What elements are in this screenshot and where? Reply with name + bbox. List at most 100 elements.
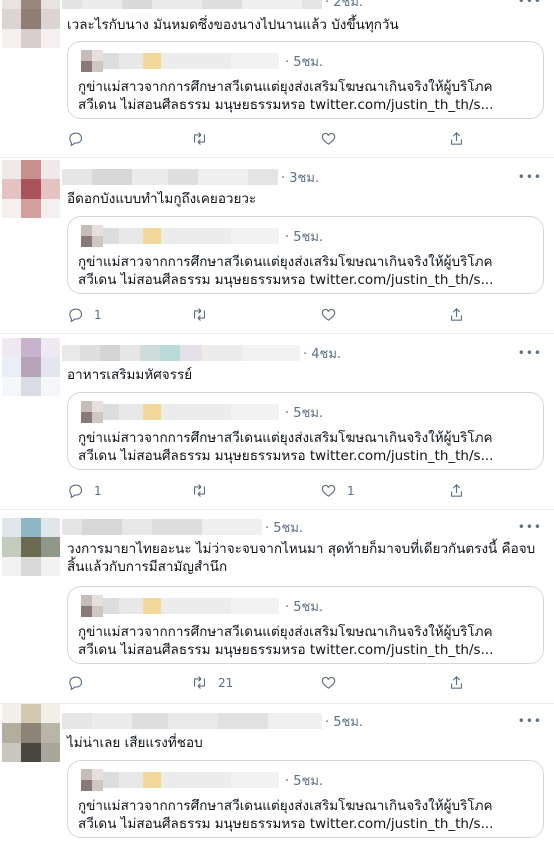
username-blurred[interactable] (62, 345, 300, 361)
like-count: 1 (347, 483, 355, 498)
tweet[interactable]: · 4ชม. ••• อาหารเสริมมหัศจรรย์ · 5ชม. กู… (0, 334, 554, 510)
quoted-username-blurred (103, 404, 279, 420)
quoted-avatar (81, 50, 103, 72)
share-icon (450, 484, 463, 497)
retweet-icon (193, 132, 206, 145)
tweet-time[interactable]: · 4ชม. (303, 343, 341, 364)
tweet[interactable]: · 5ชม. ••• ไม่น่าเลย เสียแรงที่ชอบ · 5ชม… (0, 704, 554, 846)
quoted-time: · 5ชม. (285, 229, 324, 245)
reply-button[interactable] (67, 130, 94, 147)
avatar[interactable] (2, 0, 60, 48)
share-button[interactable] (448, 130, 465, 147)
quoted-avatar (81, 595, 103, 617)
tweet-header: · 5ชม. (62, 518, 303, 536)
quoted-tweet[interactable]: · 5ชม. กูข่าแม่สาวจากการศึกษาสวีเดนแต่ยุ… (67, 586, 544, 664)
quoted-text: กูข่าแม่สาวจากการศึกษาสวีเดนแต่ยุงส่งเสร… (78, 430, 494, 464)
username-blurred[interactable] (62, 713, 322, 729)
quoted-text: กูข่าแม่สาวจากการศึกษาสวีเดนแต่ยุงส่งเสร… (78, 79, 494, 113)
more-icon[interactable]: ••• (518, 346, 542, 360)
retweet-button[interactable] (191, 130, 218, 147)
quoted-tweet[interactable]: · 5ชม. กูข่าแม่สาวจากการศึกษาสวีเดนแต่ยุ… (67, 216, 544, 294)
quoted-time: · 5ชม. (285, 54, 324, 70)
quoted-text: กูข่าแม่สาวจากการศึกษาสวีเดนแต่ยุงส่งเสร… (78, 798, 494, 832)
reply-icon (69, 132, 83, 147)
reply-count: 1 (94, 483, 102, 498)
tweet-time[interactable]: · 5ชม. (325, 711, 363, 732)
like-button[interactable] (320, 306, 347, 323)
quoted-avatar (81, 401, 103, 423)
quoted-username-blurred (103, 772, 279, 788)
quoted-text: กูข่าแม่สาวจากการศึกษาสวีเดนแต่ยุงส่งเสร… (78, 624, 494, 658)
quoted-username-blurred (103, 228, 279, 244)
username-blurred[interactable] (62, 169, 278, 185)
tweet-text: วงการมายาไทยอะนะ ไม่ว่าจะจบจากไหนมา สุดท… (67, 541, 536, 575)
username-blurred[interactable] (62, 0, 322, 9)
retweet-count: 21 (218, 675, 234, 690)
tweet-header: · 4ชม. (62, 344, 341, 362)
tweet-header: · 3ชม. (62, 168, 319, 186)
avatar[interactable] (2, 160, 60, 218)
tweet-header: · 2ชม. (62, 0, 363, 10)
share-button[interactable] (448, 482, 465, 499)
quoted-username-blurred (103, 53, 279, 69)
avatar[interactable] (2, 338, 60, 396)
tweet-text: อีดอกบังแบบทำไมกูถึงเคยอวยวะ (67, 191, 257, 207)
heart-icon (321, 484, 336, 497)
like-button[interactable] (320, 130, 347, 147)
tweet[interactable]: · 5ชม. ••• วงการมายาไทยอะนะ ไม่ว่าจะจบจา… (0, 510, 554, 704)
quoted-avatar (81, 769, 103, 791)
reply-icon (69, 308, 83, 323)
tweet-header: · 5ชม. (62, 712, 363, 730)
quoted-tweet[interactable]: · 5ชม. กูข่าแม่สาวจากการศึกษาสวีเดนแต่ยุ… (67, 392, 544, 470)
tweet-actions (67, 130, 487, 150)
retweet-button[interactable] (191, 482, 218, 499)
share-icon (450, 676, 463, 689)
retweet-button[interactable] (191, 306, 218, 323)
retweet-icon (193, 308, 206, 321)
heart-icon (321, 676, 336, 689)
tweet-time[interactable]: · 3ชม. (281, 167, 319, 188)
tweet-actions: 1 (67, 306, 487, 326)
tweet-time[interactable]: · 2ชม. (325, 0, 363, 12)
tweet[interactable]: · 2ชม. ••• เวละไรกับนาง มันหมดซึ่งของนาง… (0, 0, 554, 158)
reply-button[interactable]: 1 (67, 482, 102, 499)
more-icon[interactable]: ••• (518, 714, 542, 728)
avatar[interactable] (2, 704, 60, 762)
quoted-time: · 5ชม. (285, 599, 324, 615)
tweet-text: อาหารเสริมมหัศจรรย์ (67, 367, 193, 383)
quoted-time: · 5ชม. (285, 773, 324, 789)
tweet[interactable]: · 3ชม. ••• อีดอกบังแบบทำไมกูถึงเคยอวยวะ … (0, 158, 554, 334)
avatar[interactable] (2, 518, 60, 576)
quoted-avatar (81, 225, 103, 247)
share-icon (450, 132, 463, 145)
tweet-text: ไม่น่าเลย เสียแรงที่ชอบ (67, 735, 203, 751)
tweet-text: เวละไรกับนาง มันหมดซึ่งของนางไปนานแล้ว บ… (67, 17, 399, 33)
retweet-icon (193, 484, 206, 497)
heart-icon (321, 308, 336, 321)
quoted-time: · 5ชม. (285, 405, 324, 421)
reply-icon (69, 676, 83, 691)
tweet-actions: 1 1 (67, 482, 487, 502)
retweet-icon (193, 676, 206, 689)
username-blurred[interactable] (62, 519, 262, 535)
heart-icon (321, 132, 336, 145)
like-button[interactable] (320, 674, 347, 691)
tweet-actions: 21 (67, 674, 487, 694)
quoted-username-blurred (103, 598, 279, 614)
tweet-time[interactable]: · 5ชม. (265, 517, 303, 538)
share-button[interactable] (448, 674, 465, 691)
quoted-tweet[interactable]: · 5ชม. กูข่าแม่สาวจากการศึกษาสวีเดนแต่ยุ… (67, 760, 544, 838)
retweet-button[interactable]: 21 (191, 674, 233, 691)
more-icon[interactable]: ••• (518, 170, 542, 184)
more-icon[interactable]: ••• (518, 0, 542, 8)
more-icon[interactable]: ••• (518, 520, 542, 534)
reply-count: 1 (94, 307, 102, 322)
quoted-tweet[interactable]: · 5ชม. กูข่าแม่สาวจากการศึกษาสวีเดนแต่ยุ… (67, 41, 544, 119)
share-button[interactable] (448, 306, 465, 323)
like-button[interactable]: 1 (320, 482, 355, 499)
reply-button[interactable] (67, 674, 94, 691)
share-icon (450, 308, 463, 321)
reply-icon (69, 484, 83, 499)
quoted-text: กูข่าแม่สาวจากการศึกษาสวีเดนแต่ยุงส่งเสร… (78, 254, 494, 288)
reply-button[interactable]: 1 (67, 306, 102, 323)
